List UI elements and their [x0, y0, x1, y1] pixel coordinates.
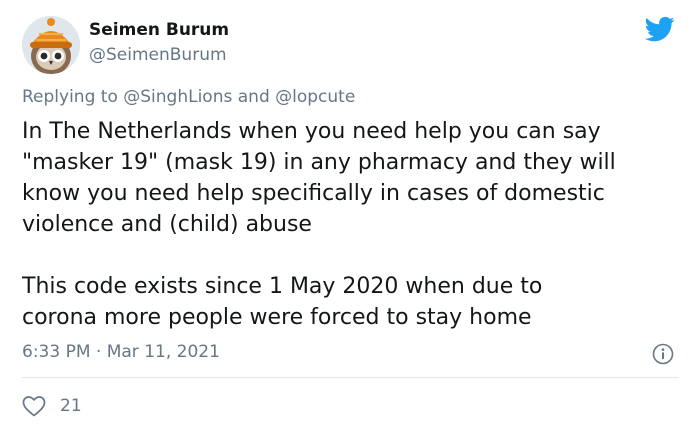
tweet-text-line: violence and (child) abuse: [22, 212, 312, 237]
mention-link[interactable]: @SinghLions: [123, 87, 232, 107]
mention-link[interactable]: @lopcute: [275, 87, 355, 107]
tweet-timestamp[interactable]: 6:33 PM · Mar 11, 2021: [22, 342, 220, 362]
replying-to-line: Replying to @SinghLions and @lopcute: [22, 87, 355, 107]
tweet-text-line: In The Netherlands when you need help yo…: [22, 119, 601, 144]
tweet-text-line: This code exists since 1 May 2020 when d…: [22, 274, 543, 299]
tweet-text-line: corona more people were forced to stay h…: [22, 305, 532, 330]
replying-to-prefix: Replying to: [22, 87, 124, 107]
author-display-name[interactable]: Seimen Burum: [89, 20, 229, 40]
twitter-bird-icon[interactable]: [643, 14, 677, 44]
heart-outline-icon[interactable]: [22, 395, 46, 417]
tweet-card: Seimen Burum @SeimenBurum Replying to @S…: [0, 0, 700, 433]
avatar[interactable]: [22, 16, 80, 74]
owl-avatar-icon: [22, 16, 80, 74]
replying-to-joiner: and: [232, 87, 276, 107]
tweet-body: In The Netherlands when you need help yo…: [22, 116, 692, 333]
tweet-text-line: know you need help specifically in cases…: [22, 181, 605, 206]
tweet-text-line: "masker 19" (mask 19) in any pharmacy an…: [22, 150, 616, 175]
like-count: 21: [60, 396, 82, 416]
author-handle[interactable]: @SeimenBurum: [89, 45, 227, 65]
divider: [22, 377, 679, 378]
info-icon[interactable]: [652, 343, 674, 365]
